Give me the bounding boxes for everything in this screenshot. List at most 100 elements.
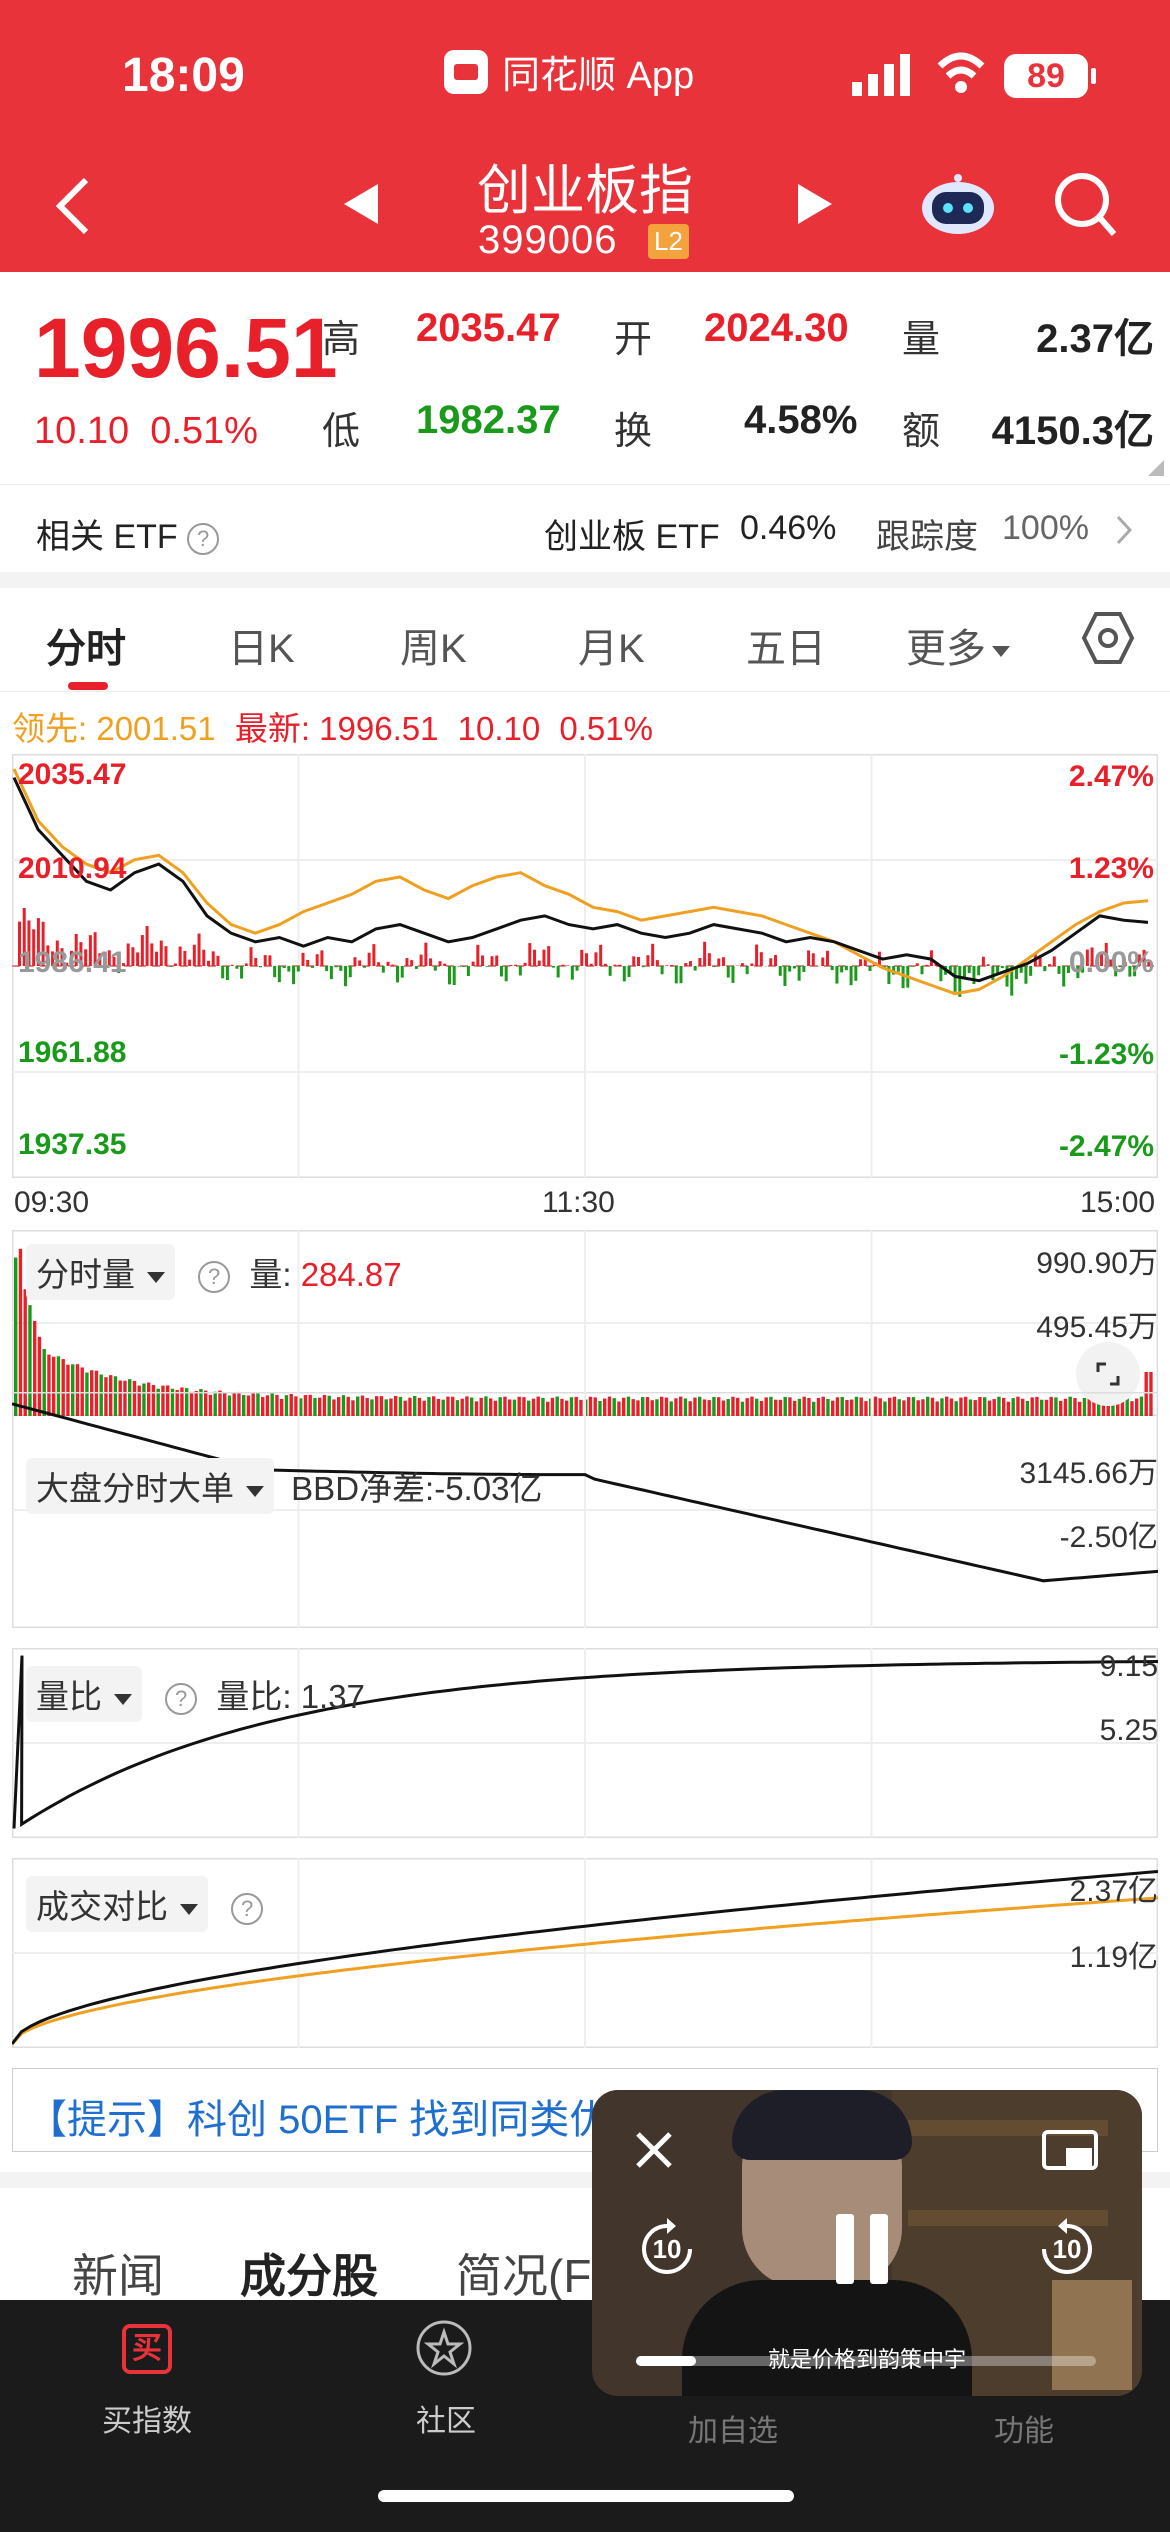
y-tick-left-3: 1961.88 <box>18 1036 127 1069</box>
pause-button[interactable] <box>832 2214 892 2284</box>
bbd-bar <box>726 966 730 978</box>
bbd-bar <box>915 963 919 966</box>
pause-icon <box>870 2214 888 2284</box>
bbd-bar <box>235 966 239 969</box>
bbd-bar <box>268 955 272 966</box>
bbd-bar <box>476 944 480 966</box>
bbd-bar <box>608 966 612 976</box>
tab-overview[interactable]: 简况(F <box>456 2240 591 2306</box>
tab-more[interactable]: 更多 <box>906 616 1010 674</box>
bbd-bar <box>263 955 267 966</box>
nav-add-watchlist[interactable]: 加自选 <box>688 2406 778 2450</box>
turnover-label: 换 <box>614 411 653 453</box>
tab-constituents[interactable]: 成分股 <box>240 2240 378 2306</box>
forward-button[interactable]: 10 <box>1034 2216 1100 2282</box>
nav-functions[interactable]: 功能 <box>994 2406 1054 2450</box>
bbd-bar <box>707 953 711 966</box>
bbd-bar <box>150 943 154 966</box>
video-pip[interactable]: 10 10 就是价格到韵策中宇 <box>592 2090 1142 2396</box>
bbd-bar <box>490 956 494 966</box>
video-progress-track[interactable] <box>636 2356 1096 2366</box>
bbd-bar <box>953 966 957 992</box>
close-icon[interactable] <box>634 2130 674 2170</box>
tab-news[interactable]: 新闻 <box>72 2240 164 2306</box>
bbd-bar <box>230 964 234 966</box>
bbd-bar <box>547 946 551 966</box>
bbd-bar <box>471 961 475 966</box>
bbd-bar <box>433 966 437 971</box>
chart-legend: 领先: 2001.51 最新: 1996.51 10.10 0.51% <box>12 702 653 750</box>
tab-daily-k[interactable]: 日K <box>228 616 295 674</box>
robot-assistant-icon[interactable] <box>918 172 998 236</box>
volume-label: 量 <box>902 319 941 361</box>
compare-panel-header: 成交对比 ? <box>26 1876 264 1932</box>
bbd-bar <box>594 952 598 966</box>
bbd-bar <box>207 960 210 966</box>
tab-weekly-k[interactable]: 周K <box>400 616 467 674</box>
y-tick-right-1: 1.23% <box>1068 852 1154 885</box>
home-indicator <box>378 2490 794 2502</box>
bbd-bar <box>221 966 225 979</box>
next-index-icon[interactable] <box>798 184 832 224</box>
tab-monthly-k[interactable]: 月K <box>578 616 645 674</box>
bbd-bar <box>575 966 579 971</box>
ratio-dropdown[interactable]: 量比 <box>26 1666 142 1722</box>
bbd-bar <box>339 966 343 971</box>
rewind-button[interactable]: 10 <box>634 2216 700 2282</box>
bbd-bar <box>967 966 971 974</box>
help-icon[interactable]: ? <box>231 1893 264 1926</box>
amount-value: 4150.3亿 <box>991 409 1154 453</box>
ratio-y-tick-1: 5.25 <box>1099 1714 1158 1747</box>
bbd-bar <box>504 966 508 982</box>
status-time: 18:09 <box>122 49 245 102</box>
bbd-bar <box>362 966 366 968</box>
index-code: 399006 <box>478 218 618 262</box>
search-icon[interactable] <box>1052 170 1118 240</box>
price-change: 10.10 0.51% <box>34 410 258 453</box>
header: 18:09 同花顺 App 89 创业板指 399006 L2 <box>0 0 1170 272</box>
bbd-bar <box>344 966 348 987</box>
ratio-label: 量比: <box>216 1678 292 1715</box>
bbd-bar <box>277 966 281 983</box>
ratio-value: 1.37 <box>300 1678 365 1715</box>
nav-buy-index[interactable]: 买指数 <box>102 2396 192 2440</box>
y-tick-right-0: 2.47% <box>1068 760 1154 793</box>
bbd-bar <box>296 966 300 972</box>
bbd-bar <box>178 946 182 966</box>
intraday-chart[interactable] <box>12 754 1158 1178</box>
bbd-dropdown[interactable]: 大盘分时大单 <box>26 1458 274 1514</box>
settings-icon[interactable] <box>1080 610 1136 666</box>
legend-pct: 0.51% <box>559 710 653 747</box>
bbd-bar <box>485 966 489 967</box>
status-app[interactable]: 同花顺 App <box>444 44 694 99</box>
help-icon[interactable]: ? <box>187 523 220 556</box>
help-icon[interactable]: ? <box>165 1683 198 1716</box>
community-icon[interactable] <box>414 2318 474 2378</box>
exit-pip-icon[interactable] <box>1040 2128 1100 2172</box>
expand-corner-icon[interactable] <box>1148 460 1164 476</box>
bbd-bar <box>717 958 721 966</box>
bbd-bar <box>405 958 409 966</box>
bbd-bar <box>353 957 357 966</box>
bbd-bar <box>447 966 451 985</box>
bbd-bar <box>240 966 244 979</box>
help-icon[interactable]: ? <box>198 1261 231 1294</box>
video-progress-fill <box>636 2356 696 2366</box>
volume-dropdown[interactable]: 分时量 <box>26 1244 175 1300</box>
nav-community[interactable]: 社区 <box>416 2396 476 2440</box>
compare-dropdown[interactable]: 成交对比 <box>26 1876 208 1932</box>
bbd-bar <box>811 953 815 966</box>
track-value: 100% <box>1002 509 1089 547</box>
bbd-bar <box>495 955 499 966</box>
bbd-bar <box>627 966 631 978</box>
tab-intraday[interactable]: 分时 <box>46 616 126 674</box>
bbd-bar <box>443 963 447 966</box>
buy-index-icon[interactable]: 买 <box>122 2324 172 2374</box>
tab-five-day[interactable]: 五日 <box>746 616 826 674</box>
bbd-bar <box>400 966 404 978</box>
bbd-bar <box>641 966 645 968</box>
related-etf-row[interactable]: 相关 ETF ? 创业板 ETF 0.46% 跟踪度 100% <box>0 484 1170 572</box>
volume-y-tick-0: 990.90万 <box>1036 1247 1158 1280</box>
bbd-y-tick-1: -2.50亿 <box>1059 1521 1158 1554</box>
bbd-bar <box>632 956 636 966</box>
